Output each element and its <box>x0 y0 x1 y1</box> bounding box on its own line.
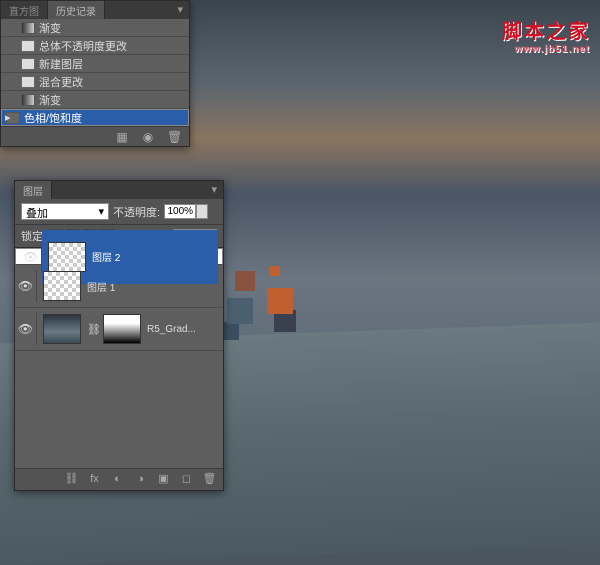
gradient-icon <box>21 22 35 34</box>
opacity-label: 不透明度: <box>113 204 160 220</box>
snapshot-icon[interactable]: ▦ <box>115 130 129 144</box>
history-label: 渐变 <box>39 92 61 108</box>
trash-icon[interactable]: 🗑 <box>167 130 181 144</box>
watermark-url: www.jb51.net <box>502 44 590 55</box>
tab-histogram[interactable]: 直方图 <box>1 1 48 19</box>
history-item[interactable]: ▸ 色相/饱和度 <box>1 109 189 126</box>
history-item[interactable]: 混合更改 <box>1 73 189 91</box>
history-label: 色相/饱和度 <box>24 110 82 126</box>
layers-panel: 图层 ▾ 叠加 ▾ 不透明度: ▸ 锁定: 填充: ▸ 👁 图层 2 👁 <box>14 180 224 491</box>
trash-icon[interactable]: 🗑 <box>202 472 217 487</box>
layers-tabs: 图层 ▾ <box>15 181 223 199</box>
gradient-icon <box>21 94 35 106</box>
adjustment-icon[interactable]: ◑ <box>133 472 148 487</box>
play-icon: ▸ <box>5 111 11 124</box>
group-icon[interactable]: ▣ <box>156 472 171 487</box>
chevron-down-icon: ▾ <box>98 205 104 218</box>
history-item[interactable]: 渐变 <box>1 91 189 109</box>
layer-name[interactable]: R5_Grad... <box>147 324 196 335</box>
link-icon[interactable]: ⛓ <box>87 323 97 336</box>
history-footer: ▦ ◉ 🗑 <box>1 126 189 146</box>
panel-menu-icon[interactable]: ▾ <box>205 181 223 199</box>
document-icon <box>21 58 35 70</box>
chevron-right-icon[interactable]: ▸ <box>196 204 208 219</box>
history-item[interactable]: 新建图层 <box>1 55 189 73</box>
history-tabs: 直方图 历史记录 ▾ <box>1 1 189 19</box>
new-doc-icon[interactable]: ◉ <box>141 130 155 144</box>
layer-options-row: 叠加 ▾ 不透明度: ▸ <box>15 199 223 225</box>
link-layers-icon[interactable]: ⛓ <box>64 472 79 487</box>
history-item[interactable]: 渐变 <box>1 19 189 37</box>
opacity-input[interactable] <box>164 204 196 219</box>
layer-thumbnail[interactable] <box>43 271 81 301</box>
panel-menu-icon[interactable]: ▾ <box>171 1 189 19</box>
fx-icon[interactable]: fx <box>87 472 102 487</box>
document-icon <box>21 76 35 88</box>
new-layer-icon[interactable]: ◻ <box>179 472 194 487</box>
history-item[interactable]: 总体不透明度更改 <box>1 37 189 55</box>
layer-row[interactable]: 👁 图层 2 <box>15 248 223 265</box>
tab-history[interactable]: 历史记录 <box>48 1 105 19</box>
opacity-spinner[interactable]: ▸ <box>164 204 208 219</box>
blend-mode-select[interactable]: 叠加 ▾ <box>21 203 109 220</box>
layer-mask-thumbnail[interactable] <box>103 314 141 344</box>
document-icon <box>21 40 35 52</box>
history-list: 渐变 总体不透明度更改 新建图层 混合更改 渐变 ▸ 色相/饱和度 <box>1 19 189 126</box>
history-label: 混合更改 <box>39 74 83 90</box>
layer-name[interactable]: 图层 1 <box>87 279 115 294</box>
mask-icon[interactable]: ◐ <box>110 472 125 487</box>
history-label: 新建图层 <box>39 56 83 72</box>
layer-row[interactable]: 👁 图层 1 <box>15 265 223 308</box>
history-label: 总体不透明度更改 <box>39 38 127 54</box>
visibility-icon[interactable]: 👁 <box>15 313 37 345</box>
layer-thumbnail[interactable] <box>43 314 81 344</box>
history-label: 渐变 <box>39 20 61 36</box>
watermark-text: 脚本之家 <box>502 15 590 44</box>
watermark: 脚本之家 www.jb51.net <box>502 15 590 55</box>
visibility-icon[interactable]: 👁 <box>15 270 37 302</box>
history-panel: 直方图 历史记录 ▾ 渐变 总体不透明度更改 新建图层 混合更改 渐变 ▸ 色相/… <box>0 0 190 147</box>
layers-list: 👁 图层 2 👁 图层 1 👁 ⛓ R5_Grad... <box>15 248 223 468</box>
layer-name[interactable]: 图层 2 <box>92 249 120 264</box>
tab-layers[interactable]: 图层 <box>15 181 52 199</box>
layer-row[interactable]: 👁 ⛓ R5_Grad... <box>15 308 223 351</box>
layers-footer: ⛓ fx ◐ ◑ ▣ ◻ 🗑 <box>15 468 223 490</box>
